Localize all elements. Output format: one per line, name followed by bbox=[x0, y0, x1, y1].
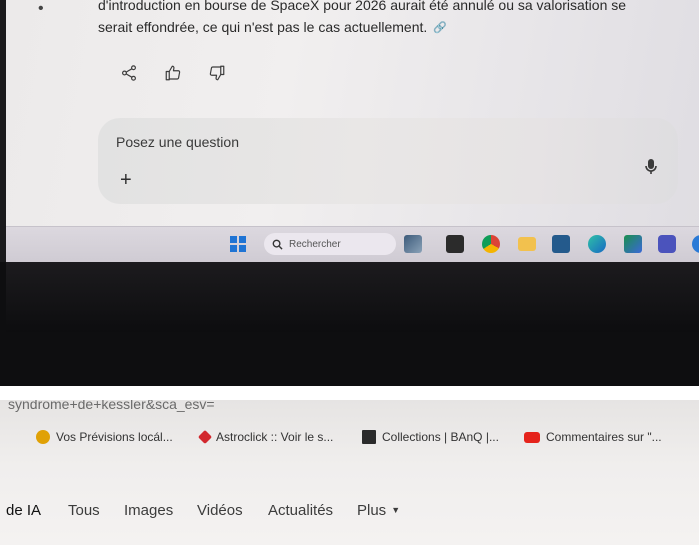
search-icon bbox=[272, 239, 283, 250]
search-tabs: de IA Tous Images Vidéos Actualités Plus… bbox=[0, 500, 699, 540]
bookmark-label: Collections | BAnQ |... bbox=[382, 430, 499, 444]
thumbs-up-icon bbox=[165, 65, 181, 81]
tab-videos[interactable]: Vidéos bbox=[197, 502, 243, 519]
answer-actions bbox=[118, 62, 228, 84]
tab-plus[interactable]: Plus ▼ bbox=[357, 502, 400, 519]
bookmark-label: Commentaires sur "... bbox=[546, 430, 662, 444]
taskbar-search[interactable]: Rechercher bbox=[264, 233, 396, 255]
add-attachment-button[interactable]: + bbox=[120, 170, 132, 190]
taskbar-app-icon[interactable] bbox=[624, 235, 642, 253]
tab-tous[interactable]: Tous bbox=[68, 502, 100, 519]
bookmark-banq[interactable]: Collections | BAnQ |... bbox=[362, 430, 499, 444]
taskbar-store-icon[interactable] bbox=[552, 235, 570, 253]
like-button[interactable] bbox=[162, 62, 184, 84]
answer-line-2-text: serait effondrée, ce qui n'est pas le ca… bbox=[98, 19, 428, 35]
share-icon bbox=[122, 65, 136, 81]
taskbar-extra-icon[interactable] bbox=[692, 235, 699, 253]
photo-divider bbox=[0, 386, 699, 400]
windows-start-icon[interactable] bbox=[230, 236, 246, 252]
weather-icon bbox=[36, 430, 50, 444]
taskbar-folder-icon[interactable] bbox=[518, 237, 536, 251]
bookmark-astroclick[interactable]: Astroclick :: Voir le s... bbox=[197, 429, 334, 445]
thumbs-down-icon bbox=[209, 65, 225, 81]
microphone-icon[interactable] bbox=[644, 158, 658, 176]
tab-plus-label: Plus bbox=[357, 502, 387, 519]
question-input[interactable] bbox=[116, 134, 596, 150]
tab-mode-ia[interactable]: de IA bbox=[6, 502, 41, 519]
share-button[interactable] bbox=[118, 62, 140, 84]
browser-photo: syndrome+de+kessler&sca_esv= Vos Prévisi… bbox=[0, 400, 699, 545]
bookmarks-bar: Vos Prévisions locál... Astroclick :: Vo… bbox=[0, 420, 699, 454]
answer-line-1: d'introduction en bourse de SpaceX pour … bbox=[98, 0, 627, 13]
chat-screen: • d'introduction en bourse de SpaceX pou… bbox=[6, 0, 699, 262]
banq-icon bbox=[362, 430, 376, 444]
chevron-down-icon: ▼ bbox=[391, 505, 401, 515]
address-bar-url[interactable]: syndrome+de+kessler&sca_esv= bbox=[8, 400, 215, 412]
taskbar-terminal-icon[interactable] bbox=[446, 235, 464, 253]
bookmark-label: Astroclick :: Voir le s... bbox=[216, 430, 334, 444]
taskbar-widgets-icon[interactable] bbox=[404, 235, 422, 253]
tab-actualites[interactable]: Actualités bbox=[268, 502, 333, 519]
link-icon[interactable]: 🔗 bbox=[433, 17, 447, 39]
taskbar-chrome-icon[interactable] bbox=[482, 235, 500, 253]
taskbar-search-label: Rechercher bbox=[289, 238, 341, 250]
bookmark-label: Vos Prévisions locál... bbox=[56, 430, 173, 444]
astroclick-icon bbox=[197, 429, 213, 445]
taskbar-edge-icon[interactable] bbox=[588, 235, 606, 253]
tab-images[interactable]: Images bbox=[124, 502, 173, 519]
assistant-answer: d'introduction en bourse de SpaceX pour … bbox=[98, 0, 688, 39]
laptop-bezel bbox=[0, 262, 699, 390]
taskbar-teams-icon[interactable] bbox=[658, 235, 676, 253]
laptop-photo: • d'introduction en bourse de SpaceX pou… bbox=[0, 0, 699, 390]
bookmark-meteo[interactable]: Vos Prévisions locál... bbox=[36, 430, 173, 444]
youtube-icon bbox=[524, 431, 540, 443]
dislike-button[interactable] bbox=[206, 62, 228, 84]
windows-taskbar: Rechercher bbox=[6, 226, 699, 263]
question-composer: + bbox=[98, 118, 678, 204]
bookmark-youtube[interactable]: Commentaires sur "... bbox=[524, 430, 662, 444]
bullet-dot: • bbox=[38, 0, 44, 17]
answer-line-2: serait effondrée, ce qui n'est pas le ca… bbox=[98, 16, 688, 39]
